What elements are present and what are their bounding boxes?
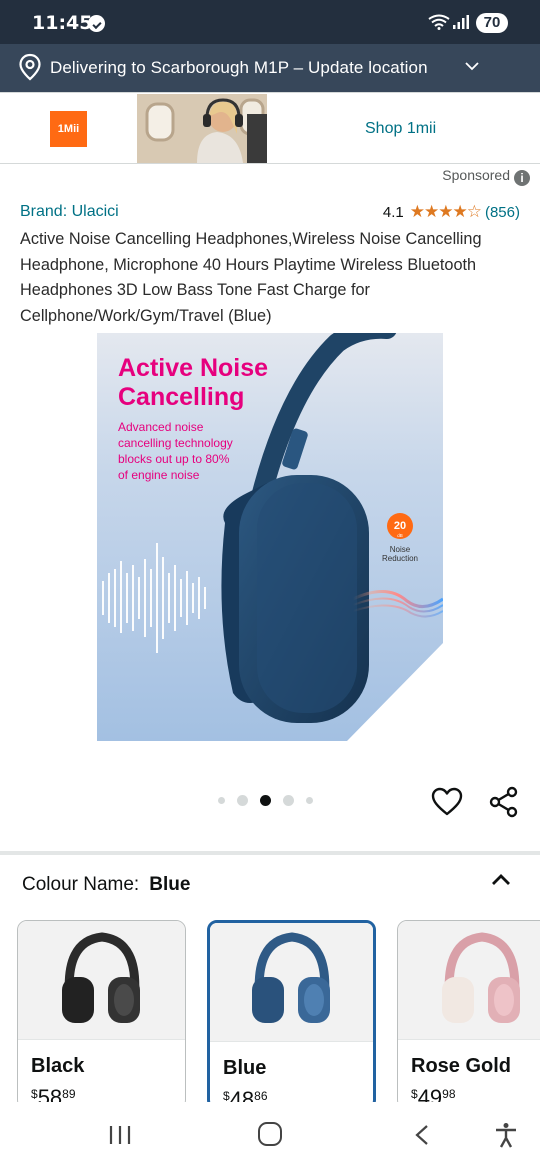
- carousel-dot[interactable]: [306, 797, 313, 804]
- swatch-name: Black: [31, 1055, 85, 1077]
- status-bar: 11:45 70: [0, 0, 540, 44]
- price-currency: $: [31, 1087, 38, 1101]
- hero-body-3: blocks out up to 80%: [118, 452, 230, 466]
- badge-value: 20: [394, 520, 406, 532]
- carousel-dot-active[interactable]: [260, 795, 271, 806]
- banner-photo: [137, 94, 267, 163]
- price-cents: 86: [254, 1089, 268, 1103]
- signal-icon: [453, 15, 469, 29]
- swatch-image: [18, 921, 185, 1040]
- recent-apps-icon[interactable]: [108, 1124, 132, 1146]
- battery-indicator: 70: [476, 13, 508, 33]
- colour-option-blue[interactable]: Blue $4886: [207, 920, 376, 1110]
- colour-selected-value: Blue: [149, 874, 191, 895]
- brand-link[interactable]: Brand: Ulacici: [20, 203, 119, 221]
- swatch-name: Rose Gold: [411, 1055, 512, 1077]
- badge-unit: dB: [397, 533, 403, 538]
- carousel-indicator[interactable]: [218, 795, 325, 806]
- chevron-down-icon: [465, 62, 479, 71]
- colour-label-text: Colour Name:: [22, 874, 140, 895]
- carousel-dot[interactable]: [237, 795, 248, 806]
- rating-summary[interactable]: 4.1 ★★★★☆ (856): [383, 202, 520, 222]
- heart-icon[interactable]: [431, 787, 463, 817]
- product-title: Active Noise Cancelling Headphones,Wirel…: [20, 230, 482, 326]
- rating-value: 4.1: [382, 203, 404, 221]
- badge-label-1: Noise: [390, 545, 411, 554]
- brand-logo: 1Mii: [50, 111, 87, 147]
- hero-body-2: cancelling technology: [118, 436, 233, 450]
- badge-label-2: Reduction: [382, 554, 418, 563]
- info-icon[interactable]: i: [514, 170, 530, 186]
- sponsored-text: Sponsored: [442, 167, 510, 183]
- home-icon[interactable]: [258, 1122, 282, 1146]
- delivery-text: Delivering to Scarborough M1P – Update l…: [50, 58, 428, 77]
- share-icon[interactable]: [488, 786, 520, 818]
- carousel-dot[interactable]: [218, 797, 225, 804]
- location-pin-icon: [19, 53, 41, 81]
- back-icon[interactable]: [414, 1124, 430, 1146]
- hero-body-1: Advanced noise: [118, 420, 204, 434]
- star-rating-icon: ★★★★☆: [409, 202, 482, 221]
- price-currency: $: [411, 1087, 418, 1101]
- hero-body-4: of engine noise: [118, 468, 200, 482]
- accessibility-icon[interactable]: [494, 1122, 518, 1148]
- chevron-up-icon[interactable]: [490, 872, 512, 888]
- price-cents: 89: [62, 1087, 76, 1101]
- status-time: 11:45: [32, 12, 93, 34]
- hero-headline-1: Active Noise: [118, 354, 268, 382]
- sponsored-banner[interactable]: 1Mii Shop 1mii: [0, 92, 540, 164]
- hero-headline-2: Cancelling: [118, 383, 244, 411]
- colour-option-black[interactable]: Black $5889: [17, 920, 186, 1110]
- product-image[interactable]: 20 dB Noise Reduction Active Noise Cance…: [97, 333, 443, 741]
- carousel-dot[interactable]: [283, 795, 294, 806]
- price-currency: $: [223, 1089, 230, 1103]
- swatch-image: [210, 923, 373, 1042]
- wifi-icon: [428, 14, 450, 30]
- shop-brand-link[interactable]: Shop 1mii: [365, 120, 436, 138]
- section-divider: [0, 851, 540, 855]
- swatch-image: [398, 921, 540, 1040]
- colour-option-rose-gold[interactable]: Rose Gold $4998: [397, 920, 540, 1110]
- colour-name-label: Colour Name: Blue: [22, 874, 190, 896]
- price-cents: 98: [442, 1087, 456, 1101]
- messenger-icon: [88, 15, 105, 32]
- review-count[interactable]: (856): [485, 204, 520, 221]
- swatch-name: Blue: [223, 1057, 267, 1079]
- delivery-location-bar[interactable]: Delivering to Scarborough M1P – Update l…: [0, 44, 540, 92]
- sponsored-label[interactable]: Sponsored i: [442, 167, 530, 186]
